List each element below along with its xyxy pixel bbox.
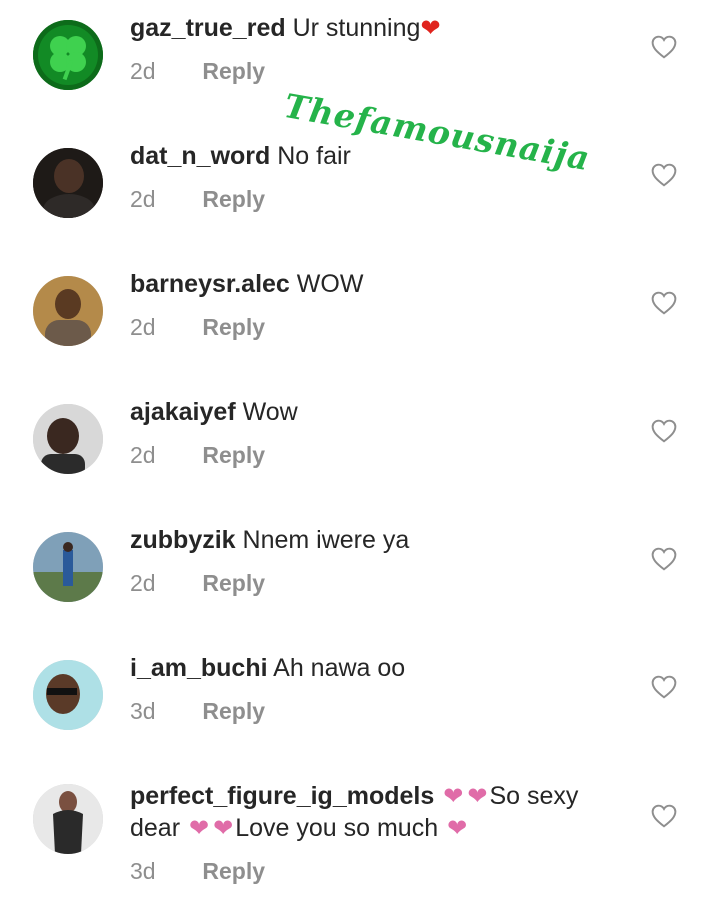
comment-username[interactable]: gaz_true_red	[130, 14, 286, 42]
comment-username[interactable]: ajakaiyef	[130, 398, 236, 426]
reply-button[interactable]: Reply	[202, 858, 265, 884]
heart-outline-icon	[651, 804, 677, 828]
comment-line: gaz_true_red Ur stunning❤	[130, 12, 630, 45]
comment-username[interactable]: perfect_figure_ig_models	[130, 782, 434, 810]
comment-text: Wow	[242, 398, 298, 426]
avatar[interactable]	[33, 532, 103, 602]
like-button[interactable]	[651, 547, 677, 571]
like-button[interactable]	[651, 163, 677, 187]
comment-line: dat_n_word No fair	[130, 140, 630, 172]
comment-username[interactable]: dat_n_word	[130, 142, 270, 170]
red-heart-emoji: ❤	[420, 15, 441, 42]
heart-outline-icon	[651, 419, 677, 443]
avatar[interactable]	[33, 20, 103, 90]
comment-line: dear ❤ ❤Love you so much ❤	[130, 812, 630, 845]
comment-time: 2d	[130, 186, 156, 212]
reply-button[interactable]: Reply	[202, 186, 265, 212]
reply-button[interactable]: Reply	[202, 314, 265, 340]
comment-time: 2d	[130, 58, 156, 84]
comment-text: No fair	[277, 142, 351, 170]
heart-outline-icon	[651, 675, 677, 699]
comment-text: dear	[130, 814, 181, 842]
shamrock-icon	[33, 20, 103, 90]
pink-heart-emoji: ❤	[189, 815, 210, 842]
avatar[interactable]	[33, 404, 103, 474]
comment-time: 3d	[130, 858, 156, 884]
comment-line: ajakaiyef Wow	[130, 396, 630, 428]
comment-meta: 2d Reply	[130, 314, 265, 341]
pink-heart-emoji: ❤	[447, 815, 468, 842]
comment-line: zubbyzik Nnem iwere ya	[130, 524, 630, 556]
comment-time: 3d	[130, 698, 156, 724]
heart-outline-icon	[651, 291, 677, 315]
comment-meta: 3d Reply	[130, 858, 265, 885]
comment-line: barneysr.alec WOW	[130, 268, 630, 300]
avatar[interactable]	[33, 148, 103, 218]
comment-username[interactable]: zubbyzik	[130, 526, 236, 554]
comment-text: Ah nawa oo	[273, 654, 406, 682]
like-button[interactable]	[651, 419, 677, 443]
pink-heart-emoji: ❤	[213, 815, 234, 842]
comment-username[interactable]: barneysr.alec	[130, 270, 290, 298]
heart-outline-icon	[651, 35, 677, 59]
comment-line: perfect_figure_ig_models ❤ ❤So sexy	[130, 780, 630, 813]
avatar[interactable]	[33, 660, 103, 730]
like-button[interactable]	[651, 675, 677, 699]
comment-username[interactable]: i_am_buchi	[130, 654, 268, 682]
comment-meta: 2d Reply	[130, 58, 265, 85]
avatar[interactable]	[33, 276, 103, 346]
reply-button[interactable]: Reply	[202, 442, 265, 468]
like-button[interactable]	[651, 35, 677, 59]
like-button[interactable]	[651, 291, 677, 315]
comment-time: 2d	[130, 314, 156, 340]
comment-text: Love you so much	[235, 814, 439, 842]
comment-time: 2d	[130, 570, 156, 596]
like-button[interactable]	[651, 804, 677, 828]
comment-time: 2d	[130, 442, 156, 468]
pink-heart-emoji: ❤	[443, 783, 464, 810]
heart-outline-icon	[651, 163, 677, 187]
heart-outline-icon	[651, 547, 677, 571]
comment-text: Ur stunning	[292, 14, 421, 42]
comment-text: WOW	[296, 270, 364, 298]
reply-button[interactable]: Reply	[202, 570, 265, 596]
reply-button[interactable]: Reply	[202, 698, 265, 724]
comment-meta: 2d Reply	[130, 442, 265, 469]
comment-line: i_am_buchi Ah nawa oo	[130, 652, 630, 684]
comment-text: So sexy	[489, 782, 579, 810]
avatar[interactable]	[33, 784, 103, 854]
comment-text: Nnem iwere ya	[242, 526, 410, 554]
pink-heart-emoji: ❤	[467, 783, 488, 810]
comment-meta: 2d Reply	[130, 570, 265, 597]
comment-meta: 2d Reply	[130, 186, 265, 213]
comment-meta: 3d Reply	[130, 698, 265, 725]
reply-button[interactable]: Reply	[202, 58, 265, 84]
